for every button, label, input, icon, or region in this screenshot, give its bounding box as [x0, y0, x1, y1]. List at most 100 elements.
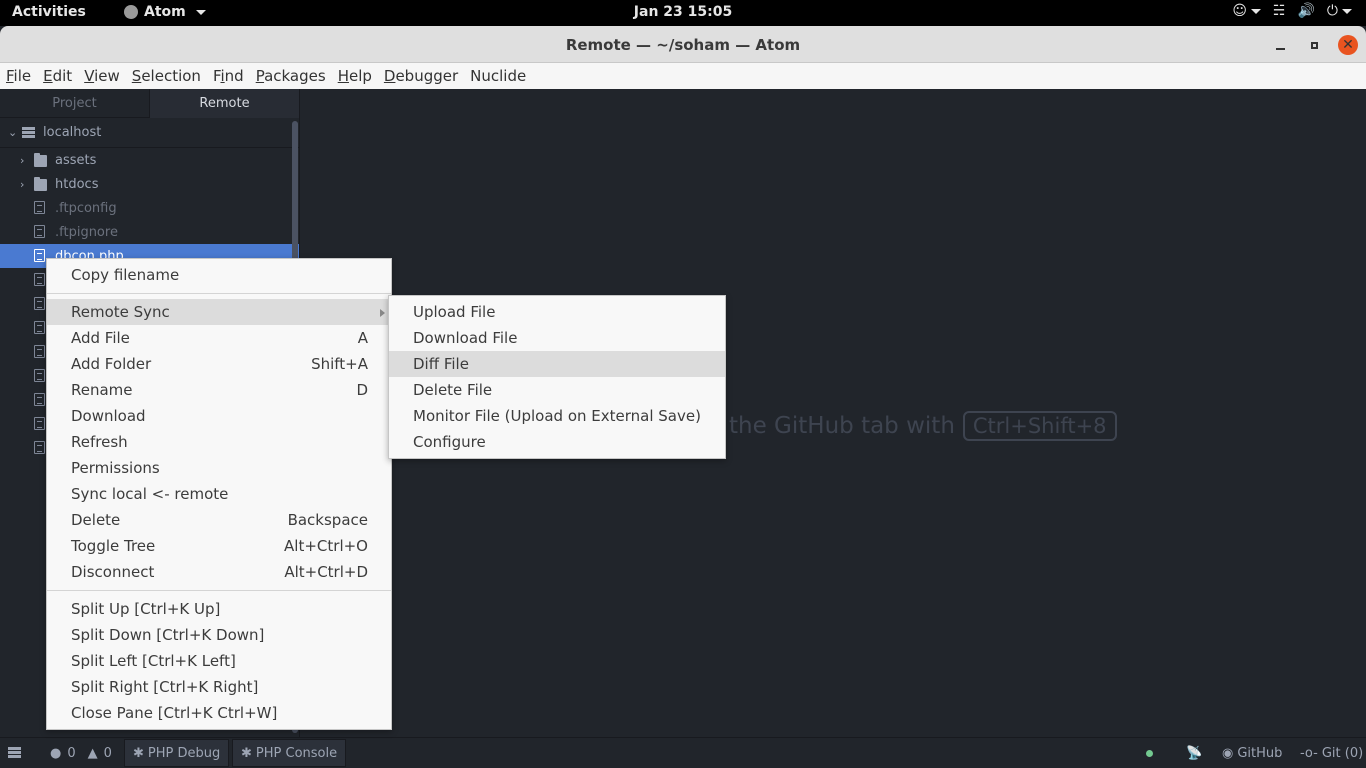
error-count: 0 [67, 745, 76, 761]
app-name: Atom [144, 4, 186, 20]
menu-item-label: Permissions [71, 459, 160, 477]
php-debug-button[interactable]: ✱ PHP Debug [124, 739, 230, 767]
menu-item-label: Add File [71, 329, 130, 347]
tab-project[interactable]: Project [0, 89, 149, 118]
menu-item-label: Configure [413, 433, 486, 451]
file-icon [34, 369, 45, 382]
ctx-item-refresh[interactable]: Refresh [47, 429, 391, 455]
menu-edit[interactable]: Edit [37, 63, 78, 89]
ctx-item-permissions[interactable]: Permissions [47, 455, 391, 481]
menu-find[interactable]: Find [207, 63, 250, 89]
status-indicator [1146, 738, 1153, 768]
menu-item-shortcut: Alt+Ctrl+D [284, 563, 368, 581]
tree-item-assets[interactable]: › assets [0, 148, 299, 172]
menu-bar: File Edit View Selection Find Packages Help Deb… [0, 63, 1366, 89]
tab-remote[interactable]: Remote [149, 89, 299, 118]
menu-item-label: Download [71, 407, 146, 425]
file-icon [34, 297, 45, 310]
error-icon: ● [50, 745, 62, 761]
submenu-item-diff-file[interactable]: Diff File [389, 351, 725, 377]
menu-item-label: Diff File [413, 355, 469, 373]
menu-nuclide[interactable]: Nuclide [464, 63, 532, 89]
ctx-item-split-right-ctrl-k-right[interactable]: Split Right [Ctrl+K Right] [47, 674, 391, 700]
file-icon [34, 393, 45, 406]
git-button[interactable]: -o- Git (0) [1300, 738, 1363, 768]
ctx-item-toggle-tree[interactable]: Toggle Tree Alt+Ctrl+O [47, 533, 391, 559]
clock[interactable]: Jan 23 15:05 [634, 4, 732, 20]
ctx-item-split-up-ctrl-k-up[interactable]: Split Up [Ctrl+K Up] [47, 596, 391, 622]
status-dot [1146, 749, 1153, 757]
menu-separator [47, 590, 391, 591]
menu-item-label: Rename [71, 381, 133, 399]
file-icon [34, 345, 45, 358]
volume-icon[interactable]: 🔊 [1297, 3, 1314, 19]
network-icon[interactable]: ☵ [1273, 3, 1286, 19]
ctx-item-download[interactable]: Download [47, 403, 391, 429]
menu-item-label: Disconnect [71, 563, 155, 581]
app-menu[interactable]: Atom [124, 4, 206, 20]
chevron-right-icon[interactable]: › [20, 178, 24, 191]
close-button[interactable]: ✕ [1338, 35, 1358, 55]
ctx-item-split-left-ctrl-k-left[interactable]: Split Left [Ctrl+K Left] [47, 648, 391, 674]
bug-icon: ✱ [241, 745, 252, 761]
file-icon [34, 273, 45, 286]
ctx-item-close-pane-ctrl-k-ctrl-w[interactable]: Close Pane [Ctrl+K Ctrl+W] [47, 700, 391, 726]
ctx-item-copy-filename[interactable]: Copy filename [47, 262, 391, 288]
menu-item-label: Monitor File (Upload on External Save) [413, 407, 701, 425]
tree-item-htdocs[interactable]: › htdocs [0, 172, 299, 196]
menu-item-label: Download File [413, 329, 518, 347]
ctx-item-remote-sync[interactable]: Remote Sync [47, 299, 391, 325]
chevron-right-icon[interactable]: › [20, 154, 24, 167]
menu-file[interactable]: File [0, 63, 37, 89]
ctx-item-add-file[interactable]: Add File A [47, 325, 391, 351]
accessibility-icon[interactable]: ☺ [1232, 3, 1261, 19]
menu-help[interactable]: Help [332, 63, 378, 89]
file-icon [34, 249, 45, 262]
minimize-button[interactable] [1270, 35, 1290, 55]
menu-item-label: Copy filename [71, 266, 180, 284]
file-icon [34, 417, 45, 430]
file-icon [34, 441, 45, 454]
submenu-arrow-icon [380, 309, 385, 317]
ctx-item-add-folder[interactable]: Add Folder Shift+A [47, 351, 391, 377]
menu-item-label: Sync local <- remote [71, 485, 229, 503]
ctx-item-rename[interactable]: Rename D [47, 377, 391, 403]
window-title: Remote — ~/soham — Atom [565, 36, 801, 54]
submenu-item-configure[interactable]: Configure [389, 429, 725, 455]
menu-item-shortcut: Backspace [287, 511, 368, 529]
tree-root-localhost[interactable]: ⌄ localhost [0, 118, 299, 148]
menu-debugger[interactable]: Debugger [378, 63, 464, 89]
ctx-item-delete[interactable]: Delete Backspace [47, 507, 391, 533]
menu-view[interactable]: View [78, 63, 126, 89]
warning-icon: ▲ [87, 745, 98, 761]
php-console-button[interactable]: ✱ PHP Console [232, 739, 347, 767]
ctx-item-disconnect[interactable]: Disconnect Alt+Ctrl+D [47, 559, 391, 585]
power-icon[interactable]: ⏻ [1327, 3, 1352, 19]
php-console-label: PHP Console [255, 745, 338, 761]
file-icon [34, 225, 45, 238]
submenu-item-monitor-file-upload-on-external-save[interactable]: Monitor File (Upload on External Save) [389, 403, 725, 429]
submenu-item-delete-file[interactable]: Delete File [389, 377, 725, 403]
menu-selection[interactable]: Selection [126, 63, 207, 89]
menu-item-label: Split Left [Ctrl+K Left] [71, 652, 236, 670]
tree-item-ftpignore[interactable]: .ftpignore [0, 220, 299, 244]
context-menu: Copy filename Remote Sync Add File A Add Fol… [46, 258, 392, 730]
menu-item-label: Toggle Tree [71, 537, 156, 555]
diagnostics-counter[interactable]: ● 0 ▲ 0 [50, 738, 112, 768]
menu-item-shortcut: Shift+A [311, 355, 368, 373]
ctx-item-sync-local-remote[interactable]: Sync local <- remote [47, 481, 391, 507]
submenu-item-upload-file[interactable]: Upload File [389, 299, 725, 325]
submenu-item-download-file[interactable]: Download File [389, 325, 725, 351]
server-icon[interactable] [8, 738, 21, 768]
maximize-button[interactable] [1304, 35, 1324, 55]
tree-item-label: .ftpignore [55, 224, 118, 240]
broadcast-icon[interactable]: 📡 [1186, 738, 1202, 768]
menu-packages[interactable]: Packages [250, 63, 332, 89]
activities-button[interactable]: Activities [12, 4, 86, 20]
github-button[interactable]: ◉ GitHub [1222, 738, 1282, 768]
menu-item-label: Split Down [Ctrl+K Down] [71, 626, 265, 644]
tree-item-ftpconfig[interactable]: .ftpconfig [0, 196, 299, 220]
ctx-item-split-down-ctrl-k-down[interactable]: Split Down [Ctrl+K Down] [47, 622, 391, 648]
git-label: Git (0) [1321, 745, 1364, 761]
git-commit-icon: -o- [1300, 745, 1318, 761]
